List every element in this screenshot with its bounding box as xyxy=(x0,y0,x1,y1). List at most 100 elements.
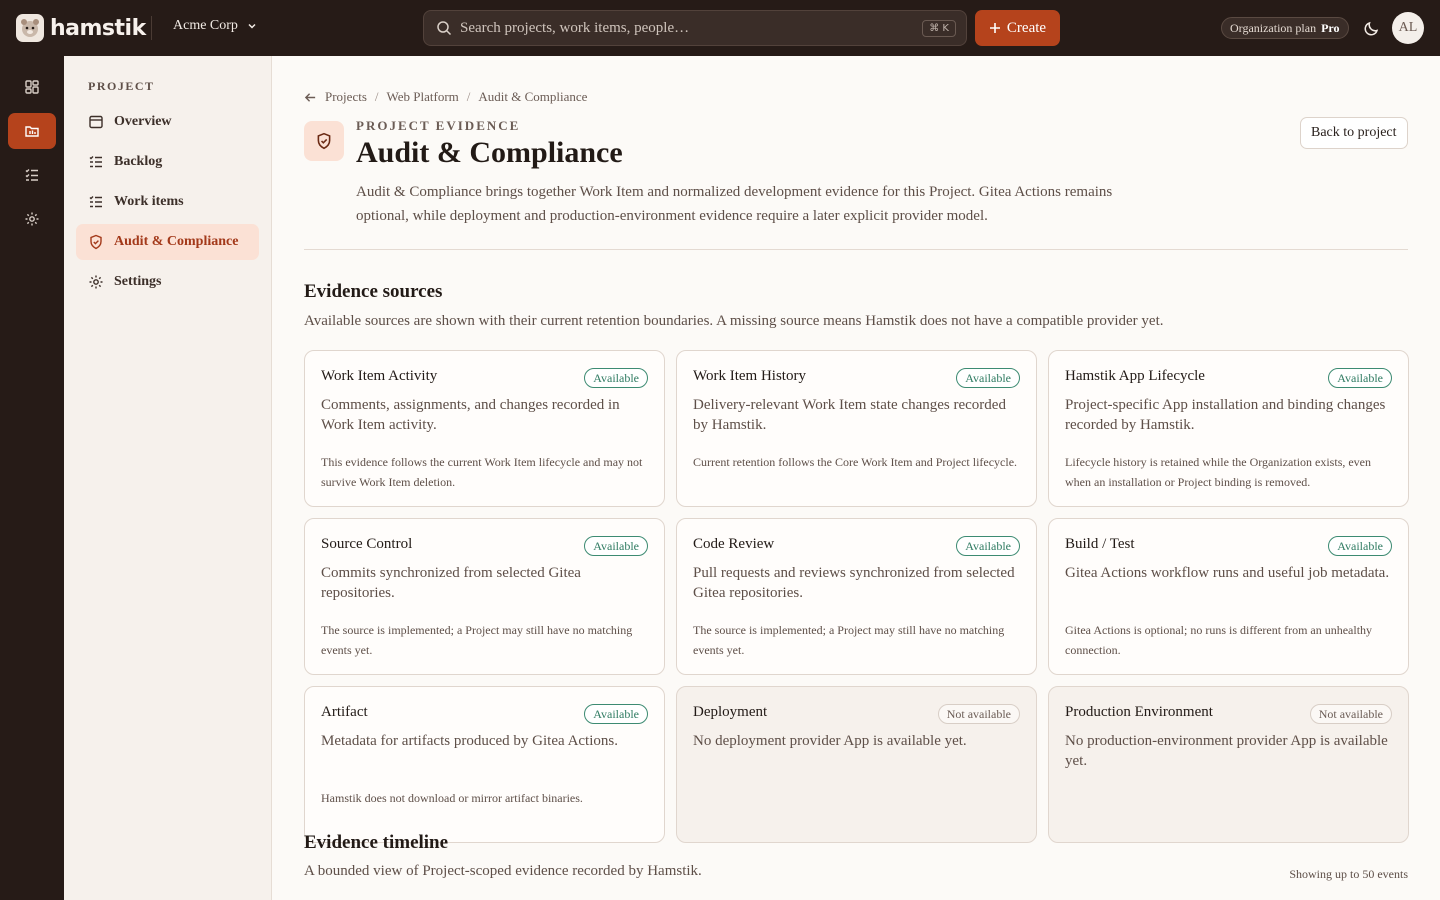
avatar[interactable]: AL xyxy=(1392,12,1424,44)
arrow-left-icon[interactable] xyxy=(304,91,317,104)
source-description: Metadata for artifacts produced by Gitea… xyxy=(321,733,618,749)
create-label: Create xyxy=(1006,19,1047,36)
org-switcher[interactable]: Acme Corp xyxy=(173,18,258,34)
global-search[interactable]: ⌘ K xyxy=(423,10,967,46)
sidebar-item-backlog[interactable]: Backlog xyxy=(76,144,259,180)
plan-name: Pro xyxy=(1321,20,1340,35)
shield-check-icon xyxy=(317,132,331,150)
evidence-timeline-description: A bounded view of Project-scoped evidenc… xyxy=(304,863,702,879)
sidebar-item-settings[interactable]: Settings xyxy=(76,264,259,300)
sidebar-item-label: Overview xyxy=(114,114,172,129)
project-folder-icon xyxy=(25,126,39,137)
source-retention-note: Hamstik does not download or mirror arti… xyxy=(321,791,583,805)
top-bar: hamstik Acme Corp ⌘ K Create Organizatio… xyxy=(0,0,1440,56)
source-retention-note: Current retention follows the Core Work … xyxy=(693,455,1018,469)
panel-icon xyxy=(89,115,103,129)
list-icon xyxy=(89,196,102,208)
source-retention-note: This evidence follows the current Work I… xyxy=(321,455,643,489)
evidence-source-card: Production Environment Not available No pr… xyxy=(1048,686,1409,843)
create-button[interactable]: Create xyxy=(975,10,1060,46)
source-description: Gitea Actions workflow runs and useful j… xyxy=(1065,565,1390,581)
source-retention-note: The source is implemented; a Project may… xyxy=(321,623,633,657)
status-badge: Available xyxy=(956,536,1020,556)
status-badge: Available xyxy=(584,368,648,388)
plan-badge[interactable]: Organization plan Pro xyxy=(1221,17,1349,39)
page-title: Audit & Compliance xyxy=(356,136,623,169)
source-description: Commits synchronized from selected Gitea… xyxy=(321,565,581,601)
shield-check-icon xyxy=(90,234,102,250)
status-badge: Not available xyxy=(937,704,1020,724)
status-badge: Available xyxy=(956,368,1020,388)
plan-label: Organization plan xyxy=(1230,20,1317,35)
source-title: Work Item Activity xyxy=(321,368,438,384)
sidebar-item-work-items[interactable]: Work items xyxy=(76,184,259,220)
evidence-source-card: Source Control Available Commits synchroni… xyxy=(304,518,665,675)
source-title: Code Review xyxy=(693,536,775,552)
evidence-source-card: Build / Test Available Gitea Actions workf… xyxy=(1048,518,1409,675)
dashboard-icon xyxy=(25,80,39,94)
search-input[interactable] xyxy=(460,19,923,37)
status-badge: Not available xyxy=(1309,704,1392,724)
moon-icon xyxy=(1364,21,1379,36)
source-title: Hamstik App Lifecycle xyxy=(1065,368,1205,384)
sidebar-item-label: Audit & Compliance xyxy=(114,234,239,249)
source-retention-note: Gitea Actions is optional; no runs is di… xyxy=(1065,623,1373,657)
main-content: Projects / Web Platform / Audit & Compli… xyxy=(272,56,1440,900)
gear-icon xyxy=(25,212,39,226)
rail-projects[interactable] xyxy=(8,113,56,149)
rail-work-items[interactable] xyxy=(8,157,56,193)
source-title: Production Environment xyxy=(1065,704,1213,720)
sidebar-item-label: Settings xyxy=(114,274,162,289)
breadcrumb-separator: / xyxy=(374,89,379,104)
page-eyebrow: PROJECT EVIDENCE xyxy=(356,118,521,133)
evidence-sources-description: Available sources are shown with their c… xyxy=(304,313,1164,329)
app-logo[interactable]: hamstik xyxy=(16,14,146,42)
source-description: Project-specific App installation and bi… xyxy=(1065,397,1386,433)
back-to-project-button[interactable]: Back to project xyxy=(1300,117,1408,149)
evidence-source-card: Artifact Available Metadata for artifacts … xyxy=(304,686,665,843)
chevron-down-icon xyxy=(248,23,256,29)
search-icon xyxy=(437,21,452,36)
breadcrumb-web-platform[interactable]: Web Platform xyxy=(387,89,459,105)
source-title: Work Item History xyxy=(693,368,806,384)
source-retention-note: The source is implemented; a Project may… xyxy=(693,623,1005,657)
gear-icon xyxy=(89,275,103,289)
source-retention-note: Lifecycle history is retained while the … xyxy=(1065,455,1372,489)
source-description: Delivery-relevant Work Item state change… xyxy=(693,397,1006,433)
evidence-badge-icon xyxy=(304,121,344,161)
evidence-source-card: Work Item Activity Available Comments, ass… xyxy=(304,350,665,507)
status-badge: Available xyxy=(1328,536,1392,556)
source-title: Artifact xyxy=(321,704,368,720)
rail-dashboard[interactable] xyxy=(8,69,56,105)
evidence-timeline-title: Evidence timeline xyxy=(304,832,449,853)
breadcrumb: Projects / Web Platform / Audit & Compli… xyxy=(304,89,587,105)
status-badge: Available xyxy=(1328,368,1392,388)
header-divider xyxy=(151,16,152,40)
sidebar-heading: PROJECT xyxy=(88,79,155,93)
plus-icon xyxy=(989,23,1000,33)
source-title: Source Control xyxy=(321,536,413,552)
page-description: Audit & Compliance brings together Work … xyxy=(356,184,1113,224)
sidebar-item-label: Work items xyxy=(114,194,184,209)
status-badge: Available xyxy=(584,536,648,556)
breadcrumb-projects[interactable]: Projects xyxy=(325,89,367,105)
checklist-icon xyxy=(25,169,38,181)
source-title: Deployment xyxy=(693,704,768,720)
header-divider xyxy=(304,249,1408,250)
status-badge: Available xyxy=(584,704,648,724)
app-rail xyxy=(0,56,64,900)
search-shortcut: ⌘ K xyxy=(922,19,956,37)
sidebar-item-overview[interactable]: Overview xyxy=(76,104,259,140)
evidence-source-card: Code Review Available Pull requests and re… xyxy=(676,518,1037,675)
org-name: Acme Corp xyxy=(173,18,238,33)
hamster-logo-icon xyxy=(16,14,44,42)
rail-settings[interactable] xyxy=(8,201,56,237)
sidebar-item-audit-compliance[interactable]: Audit & Compliance xyxy=(76,224,259,260)
evidence-source-card: Deployment Not available No deployment pro… xyxy=(676,686,1037,843)
project-sidebar: PROJECT Overview Backlog Work items Audi… xyxy=(64,56,272,900)
source-description: No deployment provider App is available … xyxy=(693,733,967,749)
evidence-source-card: Hamstik App Lifecycle Available Project-sp… xyxy=(1048,350,1409,507)
theme-toggle[interactable] xyxy=(1362,18,1382,38)
source-description: Comments, assignments, and changes recor… xyxy=(321,397,620,433)
source-description: No production-environment provider App i… xyxy=(1065,733,1388,769)
